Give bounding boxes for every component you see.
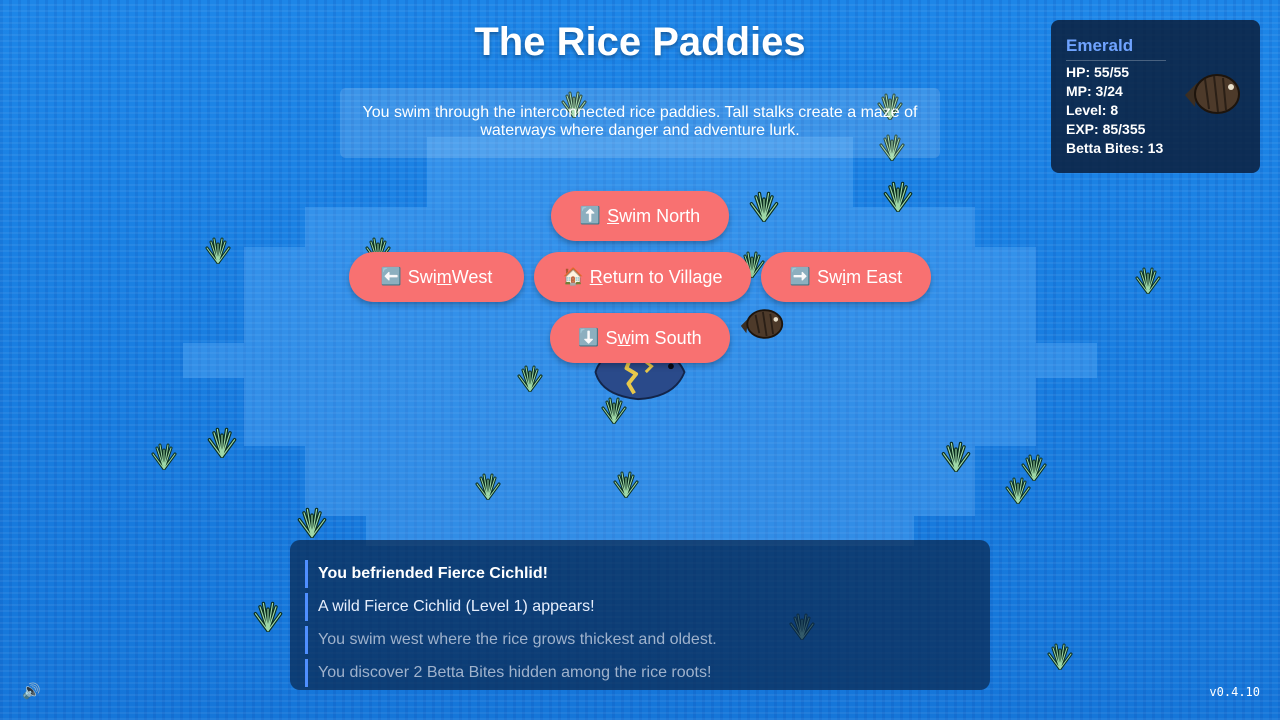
rice-stalk-icon bbox=[1005, 477, 1031, 504]
rice-stalk-icon bbox=[941, 441, 971, 472]
log-entry: You befriended Fierce Cichlid! bbox=[305, 560, 990, 588]
arrow-up-icon: ⬆️ bbox=[579, 206, 602, 225]
player-stats-panel: Emerald HP: 55/55 MP: 3/24 Level: 8 EXP:… bbox=[1051, 20, 1260, 173]
return-to-village-button[interactable]: 🏠 Return to Village bbox=[534, 252, 751, 302]
player-name: Emerald bbox=[1066, 36, 1166, 61]
rice-stalk-icon bbox=[475, 473, 501, 500]
cichlid-fish-icon bbox=[740, 309, 784, 339]
rice-stalk-icon bbox=[253, 601, 283, 632]
arrow-right-icon: ➡️ bbox=[789, 267, 812, 286]
shallow-water bbox=[305, 446, 975, 516]
rice-stalk-icon bbox=[207, 427, 237, 458]
rice-stalk-icon bbox=[1135, 267, 1161, 294]
rice-stalk-icon bbox=[151, 443, 177, 470]
rice-stalk-icon bbox=[297, 507, 327, 538]
rice-stalk-icon bbox=[749, 191, 779, 222]
arrow-left-icon: ⬅️ bbox=[380, 267, 402, 286]
house-icon: 🏠 bbox=[562, 267, 584, 286]
rice-stalk-icon bbox=[883, 181, 913, 212]
swim-south-button[interactable]: ⬇️ Sw im South bbox=[550, 313, 730, 363]
log-entry: You discover 2 Betta Bites hidden among … bbox=[305, 659, 990, 687]
rice-stalk-icon bbox=[517, 365, 543, 392]
version-label: v0.4.10 bbox=[1209, 685, 1260, 699]
swim-east-button[interactable]: ➡️ Sw i m East bbox=[761, 252, 931, 302]
speaker-icon[interactable]: 🔊 bbox=[22, 682, 41, 700]
swim-west-button[interactable]: ⬅️ Swi m West bbox=[349, 252, 524, 302]
swim-north-button[interactable]: ⬆️ Swim North bbox=[551, 191, 729, 241]
log-entry: A wild Fierce Cichlid (Level 1) appears! bbox=[305, 593, 990, 621]
rice-stalk-icon bbox=[1047, 643, 1073, 670]
arrow-down-icon: ⬇️ bbox=[578, 328, 600, 347]
cichlid-portrait-icon bbox=[1185, 74, 1240, 114]
rice-stalk-icon bbox=[613, 471, 639, 498]
message-log: You befriended Fierce Cichlid! A wild Fi… bbox=[290, 540, 990, 690]
player-exp: EXP: 85/355 bbox=[1066, 121, 1146, 137]
rice-stalk-icon bbox=[205, 237, 231, 264]
player-betta-bites: Betta Bites: 13 bbox=[1066, 140, 1164, 156]
log-entry: You swim west where the rice grows thick… bbox=[305, 626, 990, 654]
location-description: You swim through the interconnected rice… bbox=[340, 88, 940, 158]
